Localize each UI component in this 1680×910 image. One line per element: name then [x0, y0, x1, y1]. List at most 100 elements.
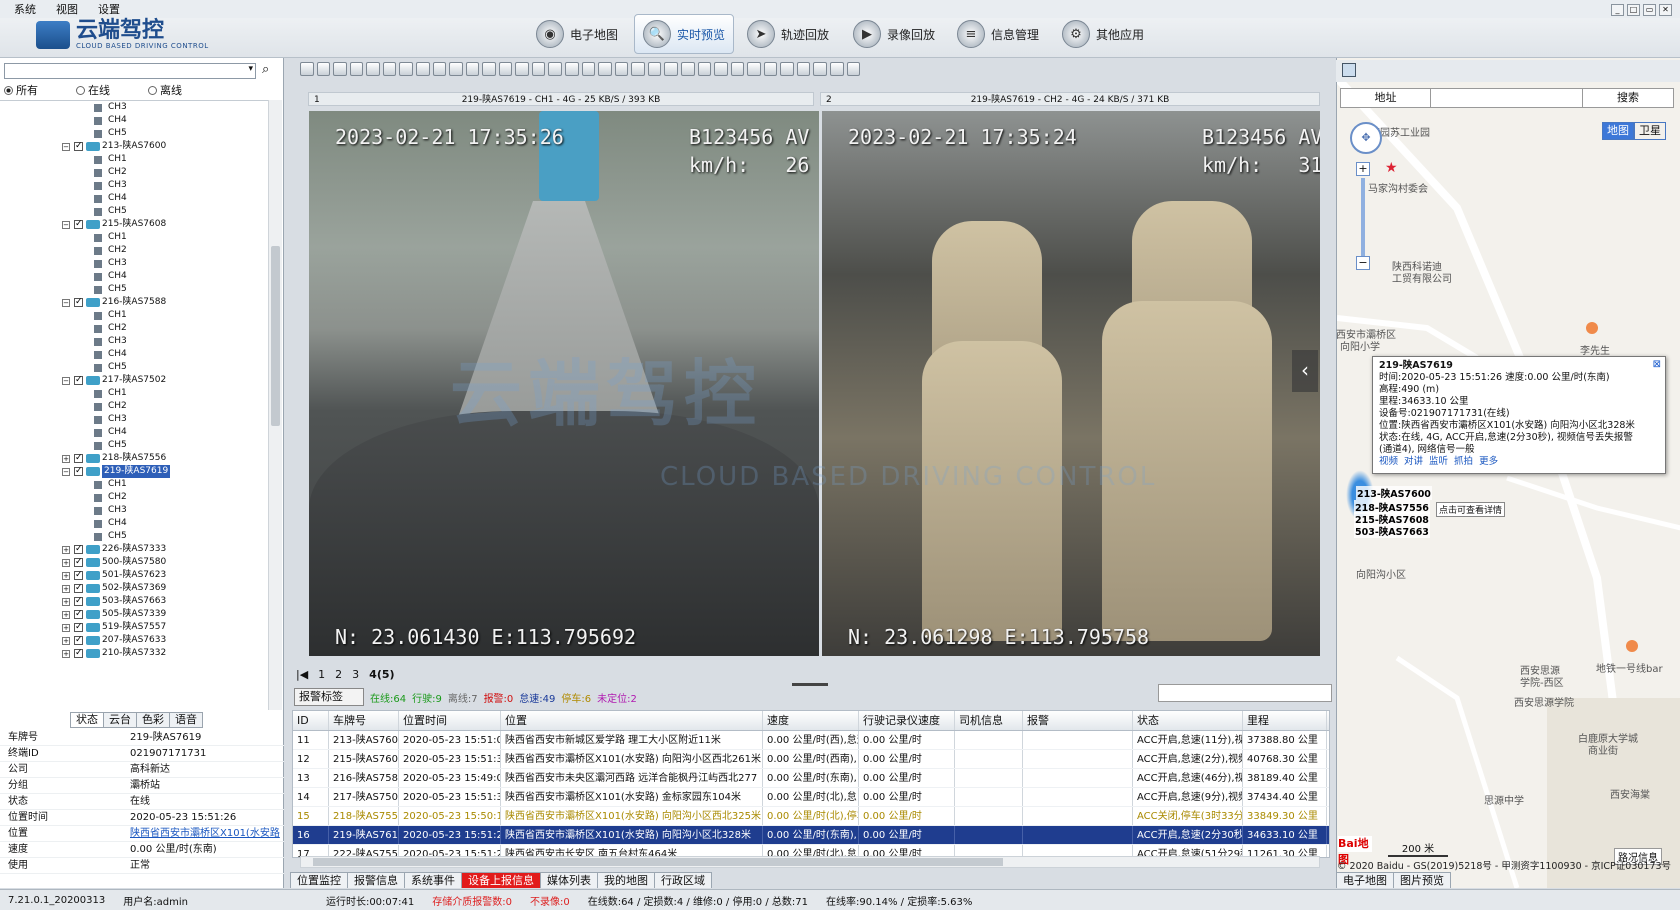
- toolbar-button-icon[interactable]: [465, 62, 480, 76]
- tree-channel-item[interactable]: CH1: [0, 387, 268, 400]
- tree-channel-item[interactable]: CH2: [0, 322, 268, 335]
- tree-channel-item[interactable]: CH2: [0, 244, 268, 257]
- info-value[interactable]: 陕西省西安市灞桥区X101(水安路: [130, 826, 284, 841]
- toolbar-button-icon[interactable]: [498, 62, 513, 76]
- tree-channel-item[interactable]: CH4: [0, 426, 268, 439]
- toolbar-button-icon[interactable]: [813, 62, 827, 76]
- table-row[interactable]: 14 217-陕AS7502 2020-05-23 15:51:32 陕西省西安市灞桥…: [293, 788, 1329, 807]
- page-tab[interactable]: 1: [314, 668, 329, 681]
- tree-vehicle-item[interactable]: − 215-陕AS7608: [0, 218, 268, 231]
- expand-icon[interactable]: +: [62, 559, 70, 567]
- toolbar-button-icon[interactable]: [300, 62, 314, 76]
- checkbox-icon[interactable]: [74, 556, 83, 569]
- vehicle-search-input[interactable]: ▾: [4, 63, 256, 79]
- video-collapse-arrow[interactable]: ‹: [1292, 350, 1318, 392]
- table-hscrollbar[interactable]: [300, 856, 1320, 868]
- tab-live-preview[interactable]: 🔍 实时预览: [634, 14, 735, 54]
- toolbar-button-icon[interactable]: [515, 62, 529, 76]
- table-row[interactable]: 16 219-陕AS7619 2020-05-23 15:51:26 陕西省西安市灞桥…: [293, 826, 1329, 845]
- search-icon[interactable]: ⌕: [262, 62, 269, 77]
- video-channel-2[interactable]: 2023-02-21 17:35:24 B123456 AV 02 km/h: …: [822, 111, 1320, 656]
- toolbar-button-icon[interactable]: [598, 62, 612, 76]
- tree-channel-item[interactable]: CH1: [0, 309, 268, 322]
- filter-offline[interactable]: 离线: [148, 82, 182, 98]
- popup-link[interactable]: 监听: [1429, 456, 1448, 467]
- expand-icon[interactable]: +: [62, 585, 70, 593]
- page-prev-icon[interactable]: |◀: [292, 668, 312, 681]
- toolbar-button-icon[interactable]: [680, 62, 695, 76]
- tree-channel-item[interactable]: CH1: [0, 153, 268, 166]
- toolbar-button-icon[interactable]: [830, 62, 844, 76]
- tree-vehicle-item[interactable]: +503-陕AS7663: [0, 595, 268, 608]
- bottom-tab[interactable]: 我的地图: [597, 872, 655, 888]
- tree-channel-item[interactable]: CH3: [0, 504, 268, 517]
- tab-color[interactable]: 色彩: [136, 712, 170, 728]
- menu-view[interactable]: 视图: [56, 1, 78, 17]
- checkbox-icon[interactable]: [74, 582, 83, 595]
- toolbar-button-icon[interactable]: [548, 62, 562, 76]
- column-header[interactable]: 司机信息: [955, 711, 1023, 730]
- tab-other-apps[interactable]: ⚙ 其他应用: [1062, 14, 1144, 54]
- toolbar-button-icon[interactable]: [432, 62, 447, 76]
- splitter-handle[interactable]: [792, 683, 828, 686]
- tree-channel-item[interactable]: CH3: [0, 257, 268, 270]
- tree-channel-item[interactable]: CH5: [0, 361, 268, 374]
- tree-channel-item[interactable]: CH2: [0, 400, 268, 413]
- tree-channel-item[interactable]: CH4: [0, 270, 268, 283]
- expand-icon[interactable]: +: [62, 546, 70, 554]
- checkbox-icon[interactable]: [74, 621, 83, 634]
- tree-channel-item[interactable]: CH1: [0, 231, 268, 244]
- bottom-tab[interactable]: 位置监控: [290, 872, 348, 888]
- toolbar-button-icon[interactable]: [349, 62, 364, 76]
- popup-link[interactable]: 对讲: [1404, 456, 1423, 467]
- tab-info-management[interactable]: ≡ 信息管理: [957, 14, 1039, 54]
- tree-channel-item[interactable]: CH4: [0, 192, 268, 205]
- toolbar-button-icon[interactable]: [482, 62, 496, 76]
- tree-scrollbar[interactable]: [268, 100, 282, 710]
- popup-link[interactable]: 抓拍: [1454, 456, 1473, 467]
- tree-channel-item[interactable]: CH2: [0, 491, 268, 504]
- map-type-map[interactable]: 地图: [1602, 122, 1634, 140]
- page-tab-active[interactable]: 4(5): [365, 668, 398, 681]
- expand-icon[interactable]: +: [62, 650, 70, 658]
- filter-online[interactable]: 在线: [76, 82, 110, 98]
- tree-channel-item[interactable]: CH5: [0, 127, 268, 140]
- toolbar-button-icon[interactable]: [796, 62, 811, 76]
- expand-icon[interactable]: +: [62, 572, 70, 580]
- toolbar-button-icon[interactable]: [614, 62, 629, 76]
- checkbox-icon[interactable]: [74, 140, 83, 153]
- checkbox-icon[interactable]: [74, 608, 83, 621]
- tree-vehicle-item[interactable]: +218-陕AS7556: [0, 452, 268, 465]
- tree-channel-item[interactable]: CH4: [0, 114, 268, 127]
- column-header[interactable]: 里程: [1243, 711, 1327, 730]
- expand-icon[interactable]: +: [62, 611, 70, 619]
- tree-vehicle-item[interactable]: +519-陕AS7557: [0, 621, 268, 634]
- tree-vehicle-item[interactable]: − 213-陕AS7600: [0, 140, 268, 153]
- checkbox-icon[interactable]: [74, 218, 83, 231]
- tab-ptz[interactable]: 云台: [103, 712, 137, 728]
- filter-combo[interactable]: [1158, 684, 1332, 702]
- tree-vehicle-item[interactable]: − 217-陕AS7502: [0, 374, 268, 387]
- tree-vehicle-item[interactable]: +505-陕AS7339: [0, 608, 268, 621]
- tree-channel-item[interactable]: CH5: [0, 530, 268, 543]
- tab-video-playback[interactable]: ▶ 录像回放: [853, 14, 935, 54]
- zoom-in-button[interactable]: +: [1356, 162, 1370, 176]
- expand-icon[interactable]: +: [62, 598, 70, 606]
- toolbar-button-icon[interactable]: [316, 62, 331, 76]
- tree-vehicle-item[interactable]: +501-陕AS7623: [0, 569, 268, 582]
- menu-settings[interactable]: 设置: [98, 1, 120, 17]
- close-icon[interactable]: ⊠: [1653, 359, 1661, 371]
- toolbar-button-icon[interactable]: [780, 62, 794, 76]
- bottom-tab[interactable]: 报警信息: [347, 872, 405, 888]
- tree-channel-item[interactable]: CH5: [0, 205, 268, 218]
- scrollbar-thumb[interactable]: [313, 858, 1003, 866]
- checkbox-icon[interactable]: [74, 543, 83, 556]
- column-header[interactable]: 位置时间: [399, 711, 501, 730]
- popup-link[interactable]: 视频: [1379, 456, 1398, 467]
- toolbar-button-icon[interactable]: [366, 62, 380, 76]
- page-tab[interactable]: 2: [331, 668, 346, 681]
- column-header[interactable]: 报警: [1023, 711, 1133, 730]
- toolbar-button-icon[interactable]: [333, 62, 347, 76]
- toolbar-button-icon[interactable]: [730, 62, 745, 76]
- tree-channel-item[interactable]: CH5: [0, 439, 268, 452]
